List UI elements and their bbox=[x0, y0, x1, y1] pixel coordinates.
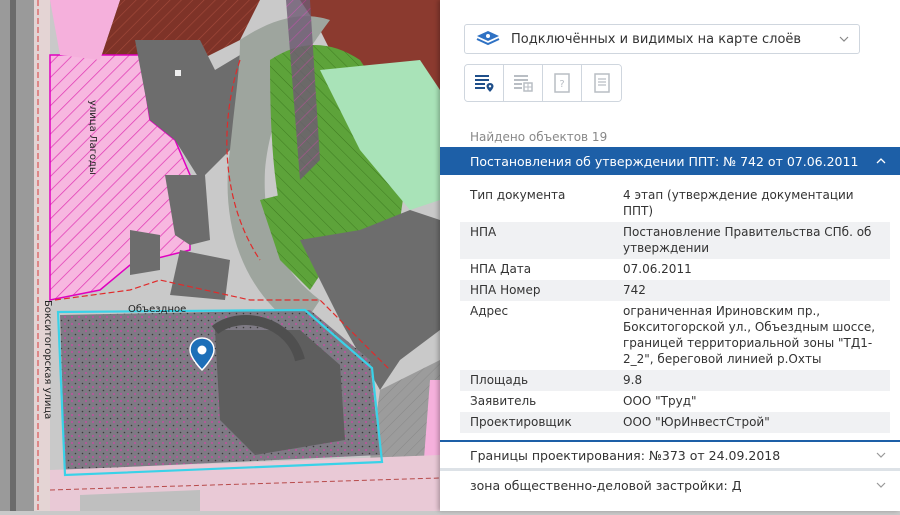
svg-text:?: ? bbox=[559, 79, 564, 90]
street-label-lagody: улица Лагоды bbox=[87, 100, 98, 175]
prop-value: ООО "Труд" bbox=[623, 394, 697, 408]
collapsed-item-label: зона общественно-деловой застройки: Д bbox=[470, 477, 742, 493]
layer-select-label: Подключённых и видимых на карте слоёв bbox=[511, 31, 802, 47]
prop-value: ограниченная Ириновским пр., Бокситогорс… bbox=[623, 304, 876, 366]
prop-key: Тип документа bbox=[470, 188, 566, 202]
prop-key: Адрес bbox=[470, 304, 509, 318]
prop-value: 9.8 bbox=[623, 373, 643, 387]
section-header-ppt[interactable]: Постановления об утверждении ППТ: № 742 … bbox=[440, 147, 900, 175]
list-location-icon bbox=[475, 75, 494, 92]
list-grid-icon bbox=[514, 75, 533, 92]
chevron-down-icon bbox=[876, 452, 886, 458]
section-title: Постановления об утверждении ППТ: № 742 … bbox=[470, 153, 859, 169]
prop-value: ООО "ЮрИнвестСтрой" bbox=[623, 415, 770, 429]
street-label-obyezdnoe: Объездное bbox=[128, 304, 186, 315]
layers-icon bbox=[476, 31, 500, 46]
prop-key: НПА Дата bbox=[470, 262, 532, 276]
tool-question-doc[interactable]: ? bbox=[543, 65, 582, 101]
table-row: Адрес ограниченная Ириновским пр., Бокси… bbox=[460, 301, 890, 370]
tool-document[interactable] bbox=[582, 65, 621, 101]
chevron-up-icon bbox=[876, 158, 886, 164]
document-icon bbox=[593, 73, 610, 93]
prop-key: Площадь bbox=[470, 373, 529, 387]
table-row: НПА Дата 07.06.2011 bbox=[460, 259, 890, 280]
street-label-boksitogorskaya: Бокситогорская улица bbox=[42, 300, 53, 419]
properties-table: Тип документа 4 этап (утверждение докуме… bbox=[460, 185, 890, 433]
layer-select-dropdown[interactable]: Подключённых и видимых на карте слоёв bbox=[464, 24, 860, 54]
view-toolbar: ? bbox=[464, 64, 622, 102]
question-doc-icon: ? bbox=[554, 73, 570, 93]
table-row: Тип документа 4 этап (утверждение докуме… bbox=[460, 185, 890, 222]
table-row: Проектировщик ООО "ЮрИнвестСтрой" bbox=[460, 412, 890, 433]
prop-value: 07.06.2011 bbox=[623, 262, 692, 276]
prop-key: Заявитель bbox=[470, 394, 537, 408]
prop-value: 4 этап (утверждение документации ППТ) bbox=[623, 188, 854, 218]
tool-list-location[interactable] bbox=[465, 65, 504, 101]
tool-list-grid[interactable] bbox=[504, 65, 543, 101]
prop-value: Постановление Правительства СПб. об утве… bbox=[623, 225, 872, 255]
prop-key: НПА Номер bbox=[470, 283, 541, 297]
chevron-down-icon bbox=[839, 36, 849, 42]
table-row: Заявитель ООО "Труд" bbox=[460, 391, 890, 412]
table-row: НПА Постановление Правительства СПб. об … bbox=[460, 222, 890, 259]
prop-value: 742 bbox=[623, 283, 646, 297]
collapsed-item-zone[interactable]: зона общественно-деловой застройки: Д bbox=[440, 471, 900, 499]
table-row: НПА Номер 742 bbox=[460, 280, 890, 301]
info-panel: Подключённых и видимых на карте слоёв ? … bbox=[440, 0, 900, 511]
prop-key: НПА bbox=[470, 225, 497, 239]
collapsed-item-label: Границы проектирования: №373 от 24.09.20… bbox=[470, 447, 781, 463]
found-count: Найдено объектов 19 bbox=[470, 130, 608, 144]
chevron-down-icon bbox=[876, 482, 886, 488]
table-row: Площадь 9.8 bbox=[460, 370, 890, 391]
collapsed-item-boundaries[interactable]: Границы проектирования: №373 от 24.09.20… bbox=[440, 440, 900, 468]
prop-key: Проектировщик bbox=[470, 415, 572, 429]
